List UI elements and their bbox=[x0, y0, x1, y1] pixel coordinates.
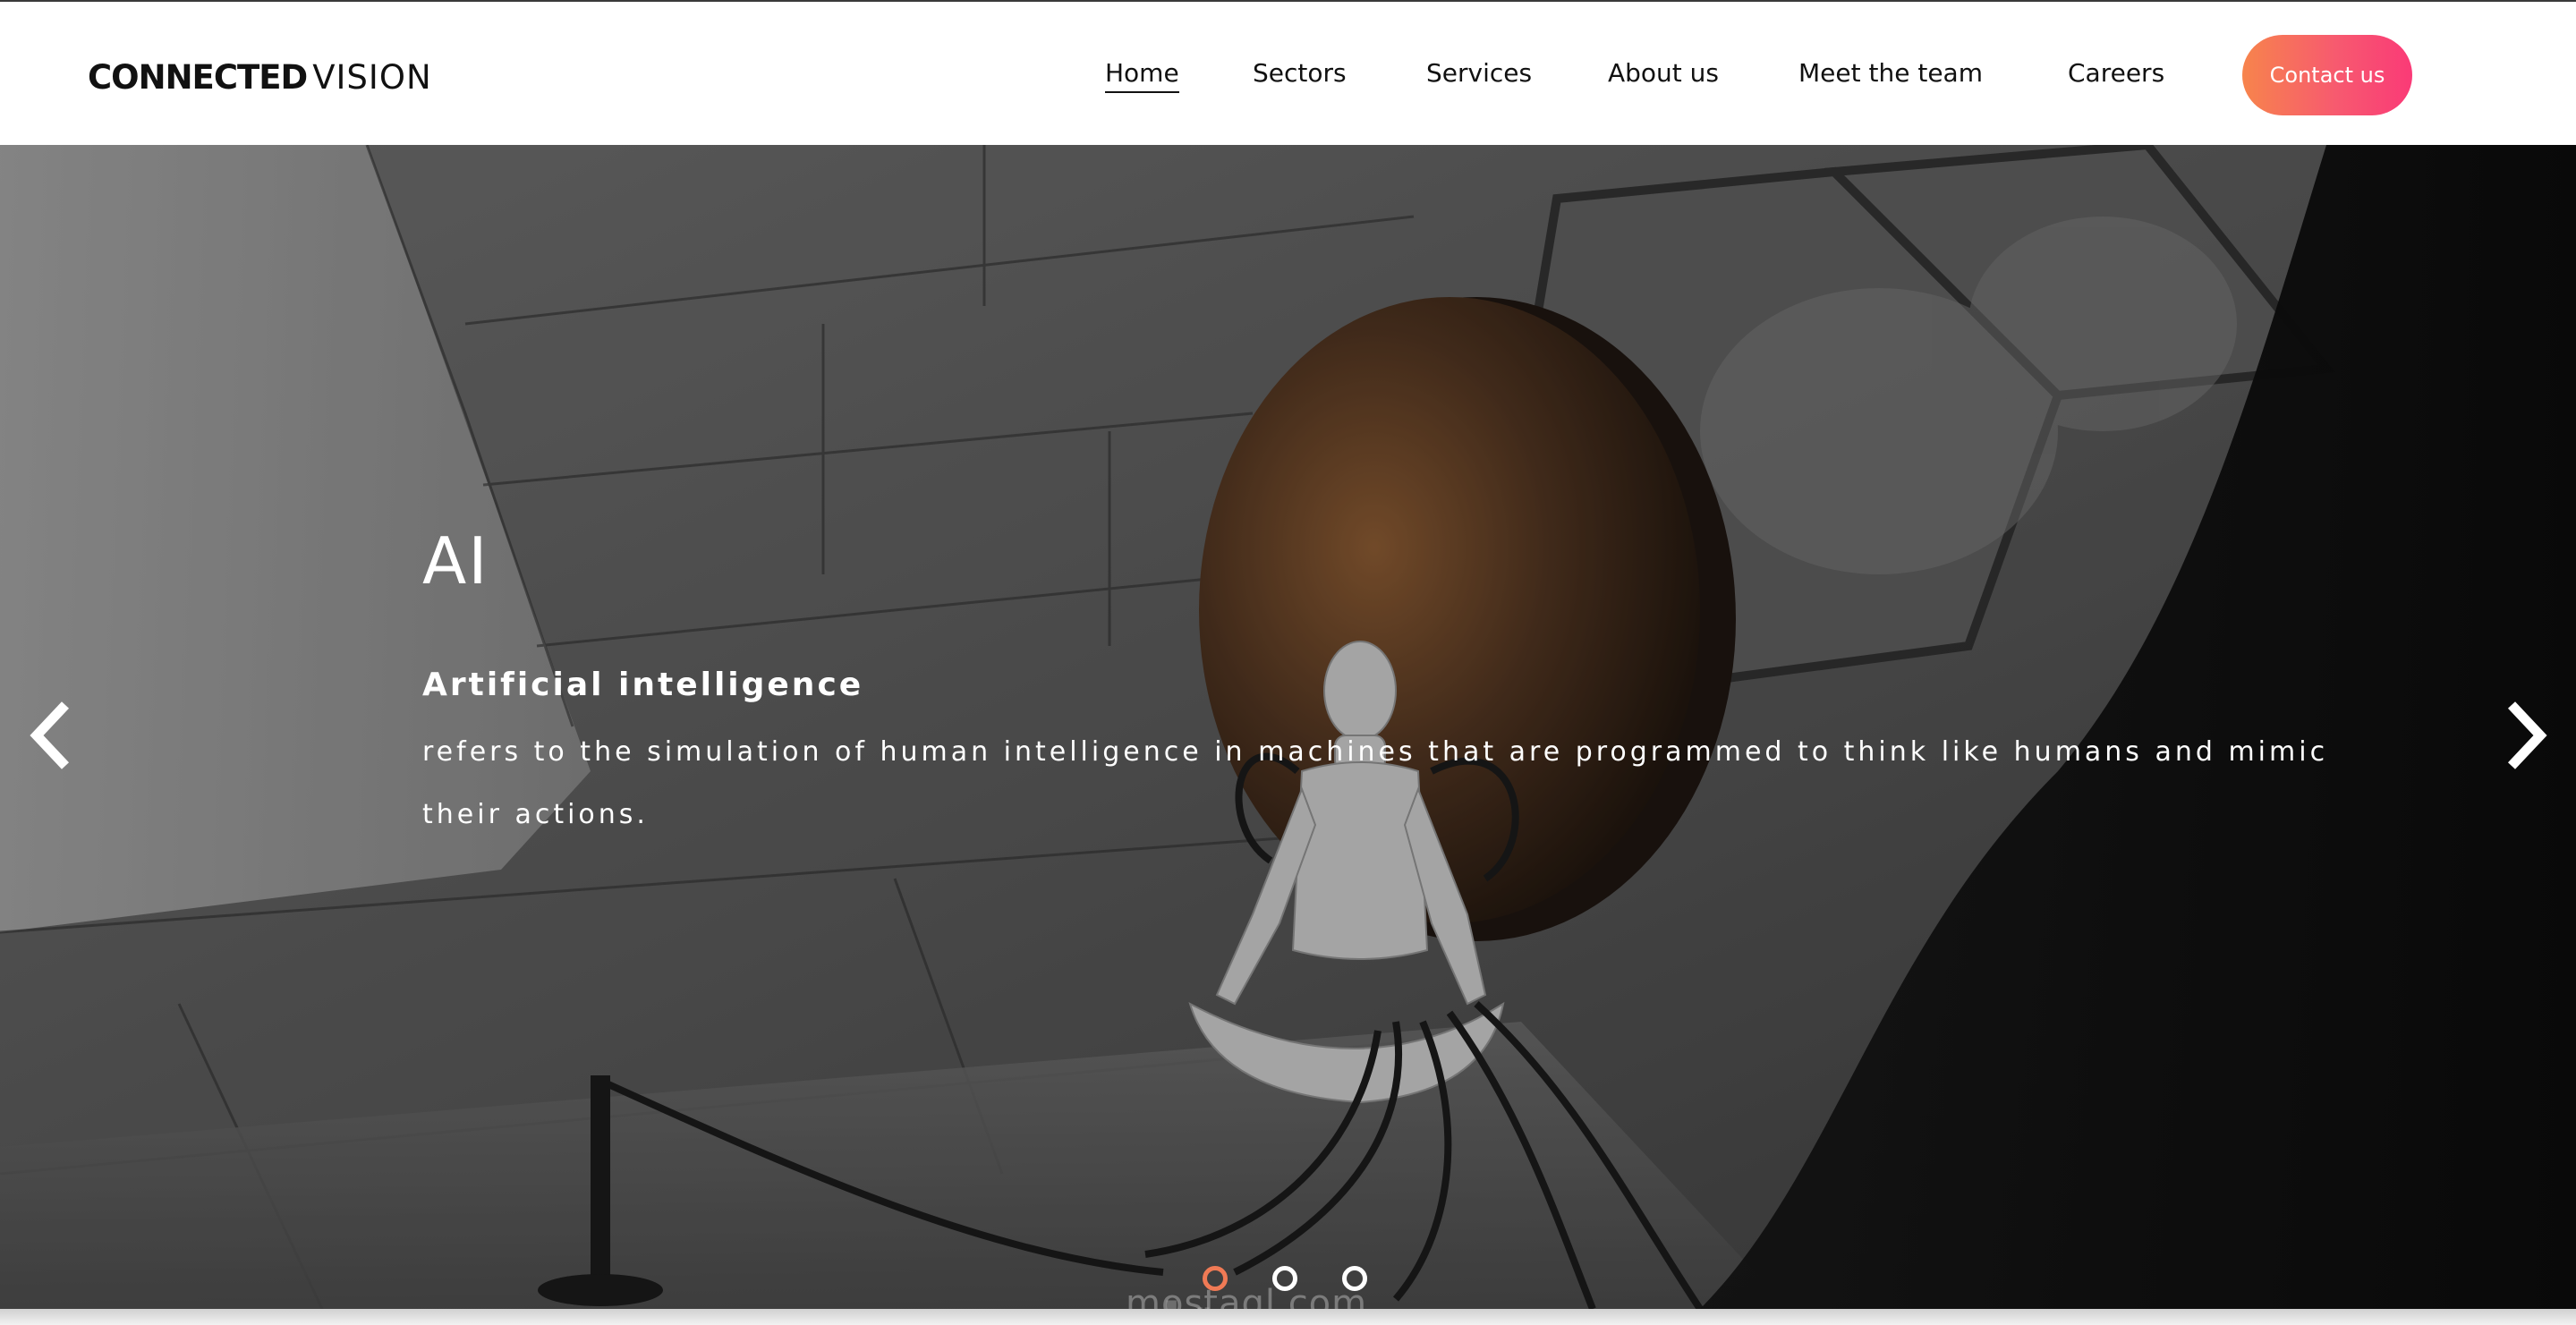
chevron-right-icon bbox=[2507, 701, 2547, 769]
slider-dot-3[interactable] bbox=[1342, 1266, 1367, 1291]
hero-slider: AI Artificial intelligence refers to the… bbox=[0, 145, 2576, 1309]
chevron-left-icon bbox=[30, 701, 70, 769]
slider-dot-1[interactable] bbox=[1203, 1266, 1228, 1291]
nav-about-us[interactable]: About us bbox=[1608, 57, 1719, 89]
main-nav: Home Sectors Services About us Meet the … bbox=[0, 2, 2576, 147]
slider-prev-button[interactable] bbox=[14, 682, 86, 789]
nav-services[interactable]: Services bbox=[1426, 57, 1532, 89]
page-bottom-edge bbox=[0, 1309, 2576, 1325]
site-header: CONNECTED VISION Home Sectors Services A… bbox=[0, 0, 2576, 145]
nav-meet-the-team[interactable]: Meet the team bbox=[1798, 57, 1983, 89]
slider-pagination bbox=[1203, 1266, 1367, 1291]
hero-title: AI bbox=[422, 523, 489, 599]
nav-home[interactable]: Home bbox=[1105, 57, 1179, 93]
hero-caption: AI Artificial intelligence refers to the… bbox=[422, 521, 2346, 846]
slider-next-button[interactable] bbox=[2491, 682, 2563, 789]
hero-description: refers to the simulation of human intell… bbox=[422, 736, 2329, 830]
nav-careers[interactable]: Careers bbox=[2068, 57, 2164, 89]
slider-dot-2[interactable] bbox=[1272, 1266, 1297, 1291]
nav-sectors[interactable]: Sectors bbox=[1253, 57, 1347, 89]
hero-subtitle: Artificial intelligence bbox=[422, 667, 864, 703]
contact-us-button[interactable]: Contact us bbox=[2242, 35, 2412, 115]
